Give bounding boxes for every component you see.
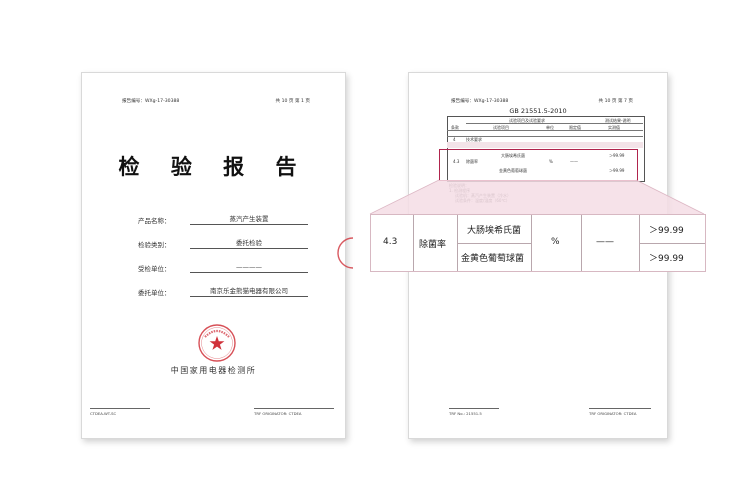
zoom-divider [413,215,414,271]
zoom-value1: ＞99.99 [649,226,684,236]
zoom-limit: —— [596,237,614,247]
zoom-sub1: 大肠埃希氏菌 [467,226,522,236]
zoom-value2: ＞99.99 [649,254,684,264]
zoom-divider [581,215,582,271]
zoom-divider [640,243,705,244]
zoom-sub2: 金黄色葡萄球菌 [461,254,525,264]
zoomed-result-row: 4.3 除菌率 大肠埃希氏菌 金黄色葡萄球菌 % —— ＞99.99 ＞99.9… [370,214,706,272]
zoom-divider [531,215,532,271]
zoom-divider [458,243,531,244]
zoom-item: 除菌率 [419,240,447,250]
zoom-unit: % [551,237,560,247]
zoom-clause: 4.3 [383,237,398,247]
